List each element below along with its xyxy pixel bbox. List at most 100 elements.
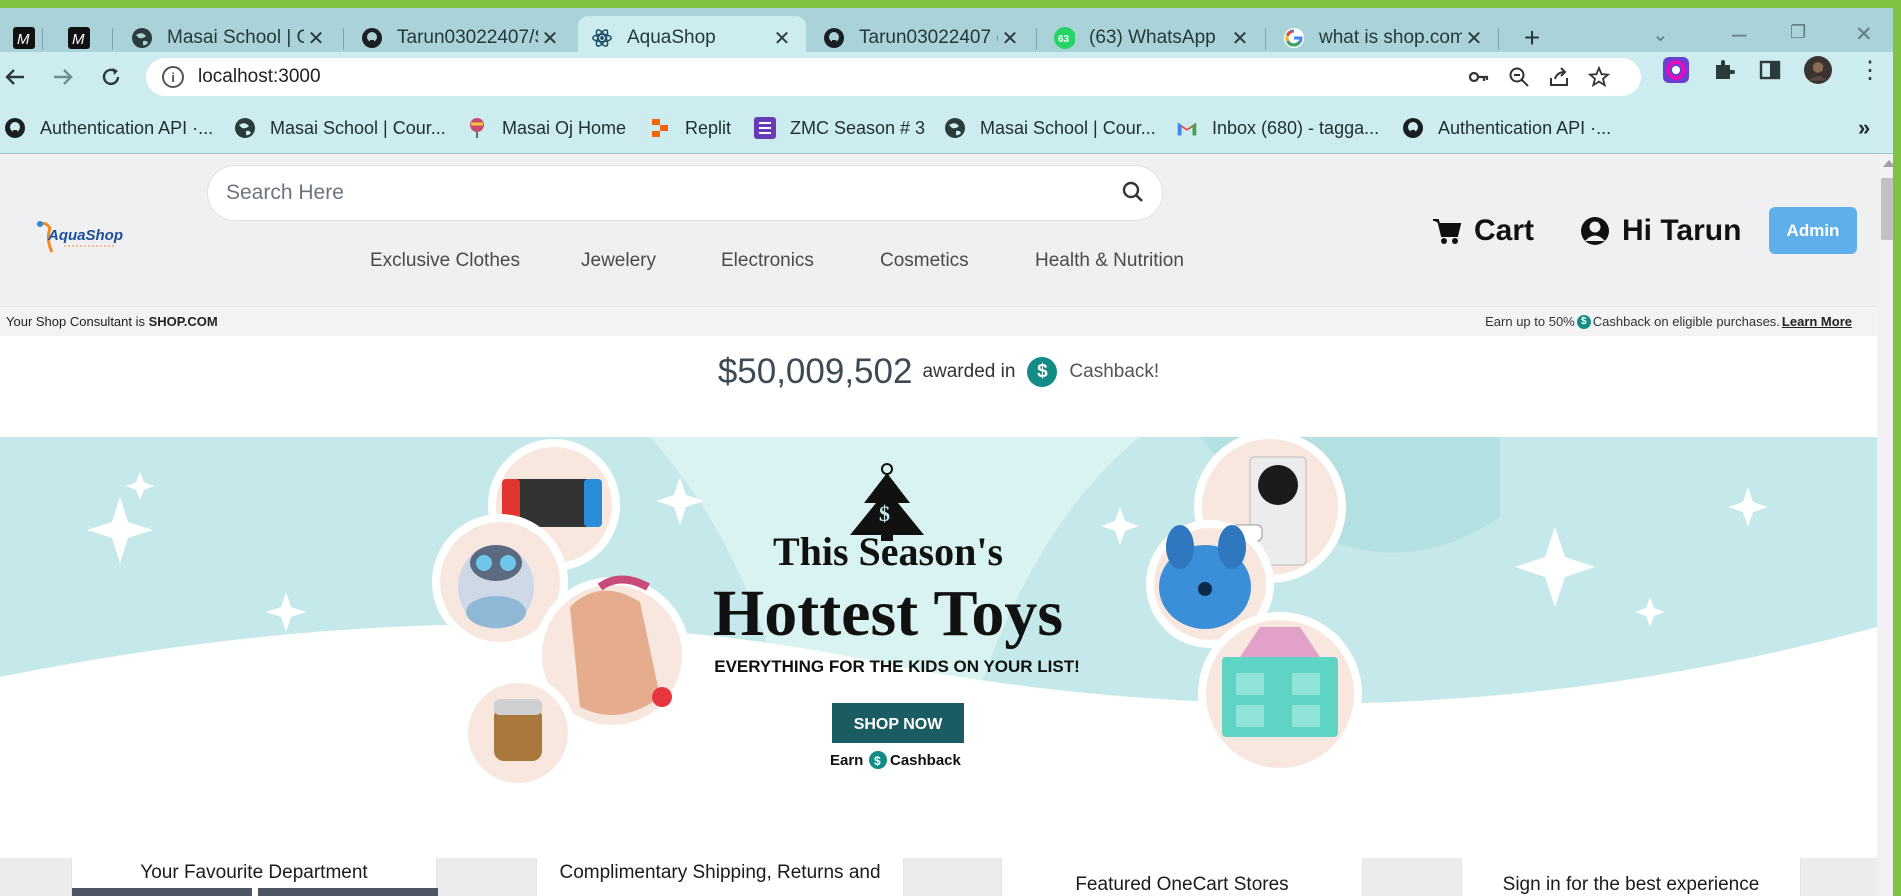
- tab-separator: [1498, 28, 1499, 50]
- cashback-awarded-banner: $50,009,502 awarded in $ Cashback!: [0, 350, 1877, 394]
- feature-strip: Your Favourite Department Complimentary …: [0, 858, 1877, 896]
- bookmark-item[interactable]: Masai Oj Home: [466, 102, 626, 154]
- svg-text:M: M: [72, 31, 85, 48]
- svg-text:M: M: [17, 31, 30, 48]
- favourite-department-card[interactable]: Your Favourite Department: [71, 858, 438, 896]
- close-tab-icon[interactable]: ✕: [1462, 26, 1486, 51]
- tab-search-icon[interactable]: ⌄: [1652, 22, 1669, 47]
- github-icon: [1402, 117, 1424, 139]
- nav-jewelery[interactable]: Jewelery: [581, 250, 656, 272]
- close-tab-icon[interactable]: ✕: [1228, 26, 1252, 51]
- whatsapp-badge: 63: [1058, 34, 1070, 45]
- sign-in-title: Sign in for the best experience: [1502, 874, 1760, 895]
- github-icon: [823, 27, 845, 49]
- close-tab-icon[interactable]: ✕: [538, 26, 562, 51]
- bookmark-item[interactable]: Authentication API ·...: [1402, 102, 1611, 154]
- featured-stores-card[interactable]: Featured OneCart Stores: [1001, 858, 1363, 896]
- shipping-card[interactable]: Complimentary Shipping, Returns and: [536, 858, 904, 896]
- nav-cosmetics[interactable]: Cosmetics: [880, 250, 969, 272]
- url-text: localhost:3000: [198, 66, 321, 87]
- tab-separator: [343, 28, 344, 50]
- reload-icon[interactable]: [96, 62, 126, 92]
- password-key-icon[interactable]: [1468, 66, 1490, 94]
- promo-bar: Your Shop Consultant is SHOP.COM Earn up…: [0, 306, 1877, 336]
- close-tab-icon[interactable]: ✕: [304, 26, 328, 51]
- bookmark-star-icon[interactable]: [1587, 65, 1611, 94]
- department-tile[interactable]: [72, 888, 252, 896]
- bookmark-label: ZMC Season # 3: [790, 117, 926, 138]
- department-tile[interactable]: [258, 888, 438, 896]
- bookmark-item[interactable]: Authentication API ·...: [4, 102, 213, 154]
- close-tab-icon[interactable]: ✕: [770, 26, 794, 51]
- banner-line2: Hottest Toys: [713, 577, 1063, 650]
- more-bookmarks-button[interactable]: »: [1858, 102, 1870, 154]
- site-logo[interactable]: AquaShop: [34, 218, 134, 262]
- tab-separator: [1265, 28, 1266, 50]
- svg-text:AquaShop: AquaShop: [47, 227, 123, 244]
- cashback-promo-text: Earn up to 50% $ Cashback on eligible pu…: [1485, 314, 1852, 329]
- side-panel-icon[interactable]: [1756, 56, 1784, 84]
- user-menu[interactable]: Hi Tarun: [1580, 214, 1741, 248]
- share-icon[interactable]: [1548, 66, 1570, 94]
- tab-separator: [1036, 28, 1037, 50]
- masai-m-icon: M: [13, 27, 35, 49]
- sign-in-card[interactable]: Sign in for the best experience: [1461, 858, 1801, 896]
- close-tab-icon[interactable]: ✕: [998, 26, 1022, 51]
- minimize-icon[interactable]: –: [1732, 18, 1746, 49]
- holiday-toys-banner-graphic: $ This Season's Hottest Toys EVERYTHING …: [0, 437, 1877, 867]
- color-picker-extension-icon[interactable]: [1662, 56, 1690, 84]
- bookmarks-bar: Authentication API ·... Masai School | C…: [0, 102, 1901, 154]
- learn-more-link[interactable]: Learn More: [1782, 314, 1852, 329]
- cart-button[interactable]: Cart: [1432, 214, 1534, 248]
- site-info-icon[interactable]: i: [162, 66, 184, 88]
- search-icon[interactable]: [1122, 181, 1146, 205]
- profile-avatar-icon[interactable]: [1804, 56, 1832, 84]
- svg-text:$: $: [879, 501, 890, 526]
- bookmark-item[interactable]: Masai School | Cour...: [234, 102, 446, 154]
- back-icon[interactable]: [0, 62, 30, 92]
- admin-button[interactable]: Admin: [1769, 207, 1857, 254]
- google-icon: [1283, 27, 1305, 49]
- restore-icon[interactable]: ❐: [1790, 22, 1806, 43]
- aquashop-logo-icon: AquaShop: [37, 221, 123, 253]
- nav-electronics[interactable]: Electronics: [721, 250, 814, 272]
- tab-title: Masai School | C: [167, 27, 304, 48]
- zoom-out-icon[interactable]: [1508, 66, 1530, 94]
- banner-subtitle: EVERYTHING FOR THE KIDS ON YOUR LIST!: [714, 657, 1080, 676]
- github-icon: [4, 117, 26, 139]
- bookmark-label: Masai Oj Home: [502, 117, 627, 138]
- banner-cashback: Cashback: [890, 752, 962, 769]
- user-circle-icon: [1581, 217, 1609, 245]
- tab-title: Tarun03022407 (: [859, 27, 998, 48]
- shop-now-label: SHOP NOW: [854, 716, 944, 733]
- bookmark-item[interactable]: Masai School | Cour...: [944, 102, 1156, 154]
- masai-m-icon: M: [68, 27, 90, 49]
- close-window-icon[interactable]: ✕: [1855, 22, 1873, 47]
- whatsapp-icon: 63: [1053, 27, 1075, 49]
- browser-menu-icon[interactable]: ⋮: [1856, 56, 1884, 84]
- cashback-label: Cashback!: [1069, 361, 1160, 382]
- featured-stores-title: Featured OneCart Stores: [1075, 874, 1289, 895]
- extensions-puzzle-icon[interactable]: [1710, 56, 1738, 84]
- shop-consultant-brand: SHOP.COM: [148, 314, 218, 329]
- address-bar[interactable]: i localhost:3000: [146, 58, 1641, 96]
- tab-title: Tarun03022407/S: [397, 27, 538, 48]
- nav-exclusive-clothes[interactable]: Exclusive Clothes: [370, 250, 520, 272]
- nav-health-nutrition[interactable]: Health & Nutrition: [1035, 250, 1184, 272]
- favourite-department-title: Your Favourite Department: [140, 862, 368, 883]
- react-icon: [591, 27, 613, 49]
- cashback-coin-icon: $: [1576, 314, 1591, 329]
- tab-title: AquaShop: [627, 27, 716, 48]
- hero-banner[interactable]: $ This Season's Hottest Toys EVERYTHING …: [0, 437, 1877, 867]
- tab-title: what is shop.com: [1319, 27, 1462, 48]
- globe-icon: [944, 117, 966, 139]
- bookmark-item[interactable]: Replit: [649, 102, 731, 154]
- site-header: AquaShop Search Here Exclusive Clothes J…: [0, 154, 1877, 306]
- forward-icon[interactable]: [48, 62, 78, 92]
- address-row: i localhost:3000: [0, 52, 1901, 102]
- cart-icon: [1433, 219, 1462, 244]
- bookmark-item[interactable]: Inbox (680) - tagga...: [1176, 102, 1379, 154]
- gmail-icon: [1176, 117, 1198, 139]
- search-input[interactable]: Search Here: [207, 165, 1163, 221]
- bookmark-item[interactable]: ZMC Season # 3: [754, 102, 925, 154]
